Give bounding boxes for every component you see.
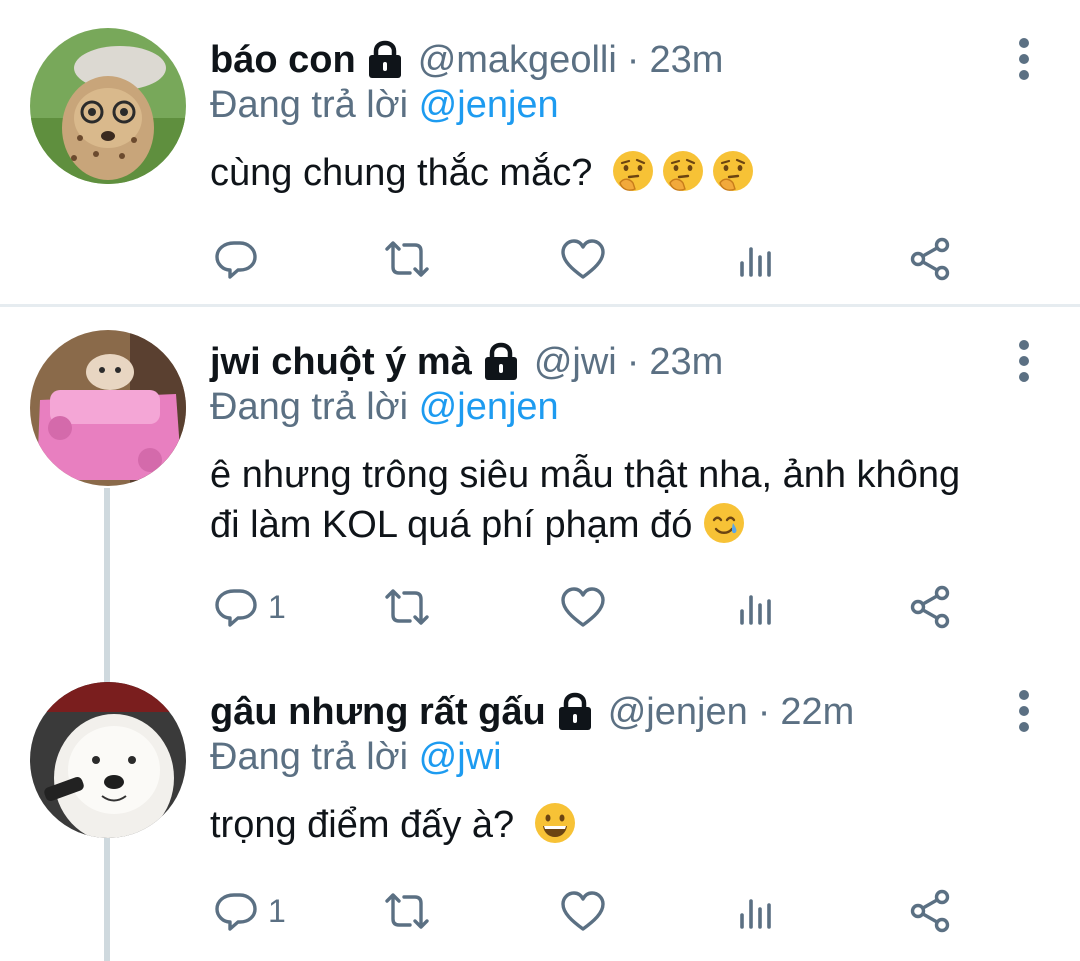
action-bar: 1	[214, 886, 974, 936]
retweet-icon	[382, 585, 432, 629]
tweet-text: cùng chung thắc mắc?	[210, 148, 1050, 198]
timestamp[interactable]: 22m	[780, 691, 854, 734]
replying-prefix: Đang trả lời	[210, 386, 409, 428]
mention-link[interactable]: @jenjen	[419, 386, 559, 428]
thinking-face-emoji-icon	[661, 149, 705, 193]
tweet-text-line: cùng chung thắc mắc?	[210, 152, 593, 194]
replying-to: Đang trả lời @jwi	[210, 736, 502, 779]
reply-icon	[214, 237, 258, 281]
share-icon	[908, 889, 952, 933]
like-icon	[560, 586, 606, 628]
lock-icon	[366, 40, 404, 80]
reply-button[interactable]: 1	[214, 582, 286, 632]
analytics-icon	[736, 239, 776, 279]
tweet-text-line: đi làm KOL quá phí phạm đó	[210, 504, 693, 546]
display-name[interactable]: báo con	[210, 39, 356, 82]
analytics-button[interactable]	[736, 582, 776, 632]
tweet-header: gâu nhưng rất gấu @jenjen · 22m	[210, 682, 854, 742]
share-icon	[908, 585, 952, 629]
tweet-text-line: ê nhưng trông siêu mẫu thật nha, ảnh khô…	[210, 454, 961, 496]
mention-link[interactable]: @jwi	[419, 736, 502, 778]
separator: ·	[757, 690, 771, 733]
reply-button[interactable]	[214, 234, 268, 284]
analytics-button[interactable]	[736, 886, 776, 936]
share-icon	[908, 237, 952, 281]
avatar[interactable]	[30, 28, 186, 184]
grinning-face-emoji-icon	[533, 801, 577, 845]
replying-to: Đang trả lời @jenjen	[210, 386, 559, 429]
retweet-button[interactable]	[382, 886, 432, 936]
share-button[interactable]	[908, 886, 952, 936]
more-icon[interactable]	[1014, 38, 1034, 82]
tweet-text-line: trọng điểm đấy à?	[210, 804, 515, 846]
replying-to: Đang trả lời @jenjen	[210, 84, 559, 127]
display-name[interactable]: jwi chuột ý mà	[210, 341, 472, 384]
reply-icon	[214, 889, 258, 933]
like-icon	[560, 238, 606, 280]
avatar[interactable]	[30, 682, 186, 838]
replying-prefix: Đang trả lời	[210, 84, 409, 126]
display-name[interactable]: gâu nhưng rất gấu	[210, 691, 546, 734]
analytics-button[interactable]	[736, 234, 776, 284]
analytics-icon	[736, 891, 776, 931]
more-icon[interactable]	[1014, 340, 1034, 384]
reply-button[interactable]: 1	[214, 886, 286, 936]
action-bar	[214, 234, 974, 284]
mention-link[interactable]: @jenjen	[419, 84, 559, 126]
share-button[interactable]	[908, 582, 952, 632]
action-bar: 1	[214, 582, 974, 632]
like-button[interactable]	[560, 234, 606, 284]
like-button[interactable]	[560, 886, 606, 936]
analytics-icon	[736, 587, 776, 627]
separator: ·	[626, 340, 640, 383]
tweet-text: trọng điểm đấy à?	[210, 800, 1050, 850]
reply-count: 1	[268, 588, 286, 625]
like-button[interactable]	[560, 582, 606, 632]
tweet-text: ê nhưng trông siêu mẫu thật nha, ảnh khô…	[210, 450, 1050, 550]
retweet-button[interactable]	[382, 234, 432, 284]
lock-icon	[556, 692, 594, 732]
thinking-face-emoji-icon	[711, 149, 755, 193]
retweet-icon	[382, 889, 432, 933]
avatar[interactable]	[30, 330, 186, 486]
tweet-header: jwi chuột ý mà @jwi · 23m	[210, 332, 723, 392]
tweet-divider	[0, 304, 1080, 307]
like-icon	[560, 890, 606, 932]
separator: ·	[626, 38, 640, 81]
reply-icon	[214, 585, 258, 629]
timestamp[interactable]: 23m	[649, 39, 723, 82]
user-handle[interactable]: @jwi	[534, 341, 617, 384]
user-handle[interactable]: @makgeolli	[418, 39, 617, 82]
user-handle[interactable]: @jenjen	[608, 691, 748, 734]
reply-count: 1	[268, 892, 286, 929]
thinking-face-emoji-icon	[611, 149, 655, 193]
more-icon[interactable]	[1014, 690, 1034, 734]
tweet-header: báo con @makgeolli · 23m	[210, 30, 723, 90]
retweet-button[interactable]	[382, 582, 432, 632]
replying-prefix: Đang trả lời	[210, 736, 409, 778]
smiling-face-with-tear-emoji-icon	[702, 501, 746, 545]
timestamp[interactable]: 23m	[649, 341, 723, 384]
retweet-icon	[382, 237, 432, 281]
lock-icon	[482, 342, 520, 382]
share-button[interactable]	[908, 234, 952, 284]
